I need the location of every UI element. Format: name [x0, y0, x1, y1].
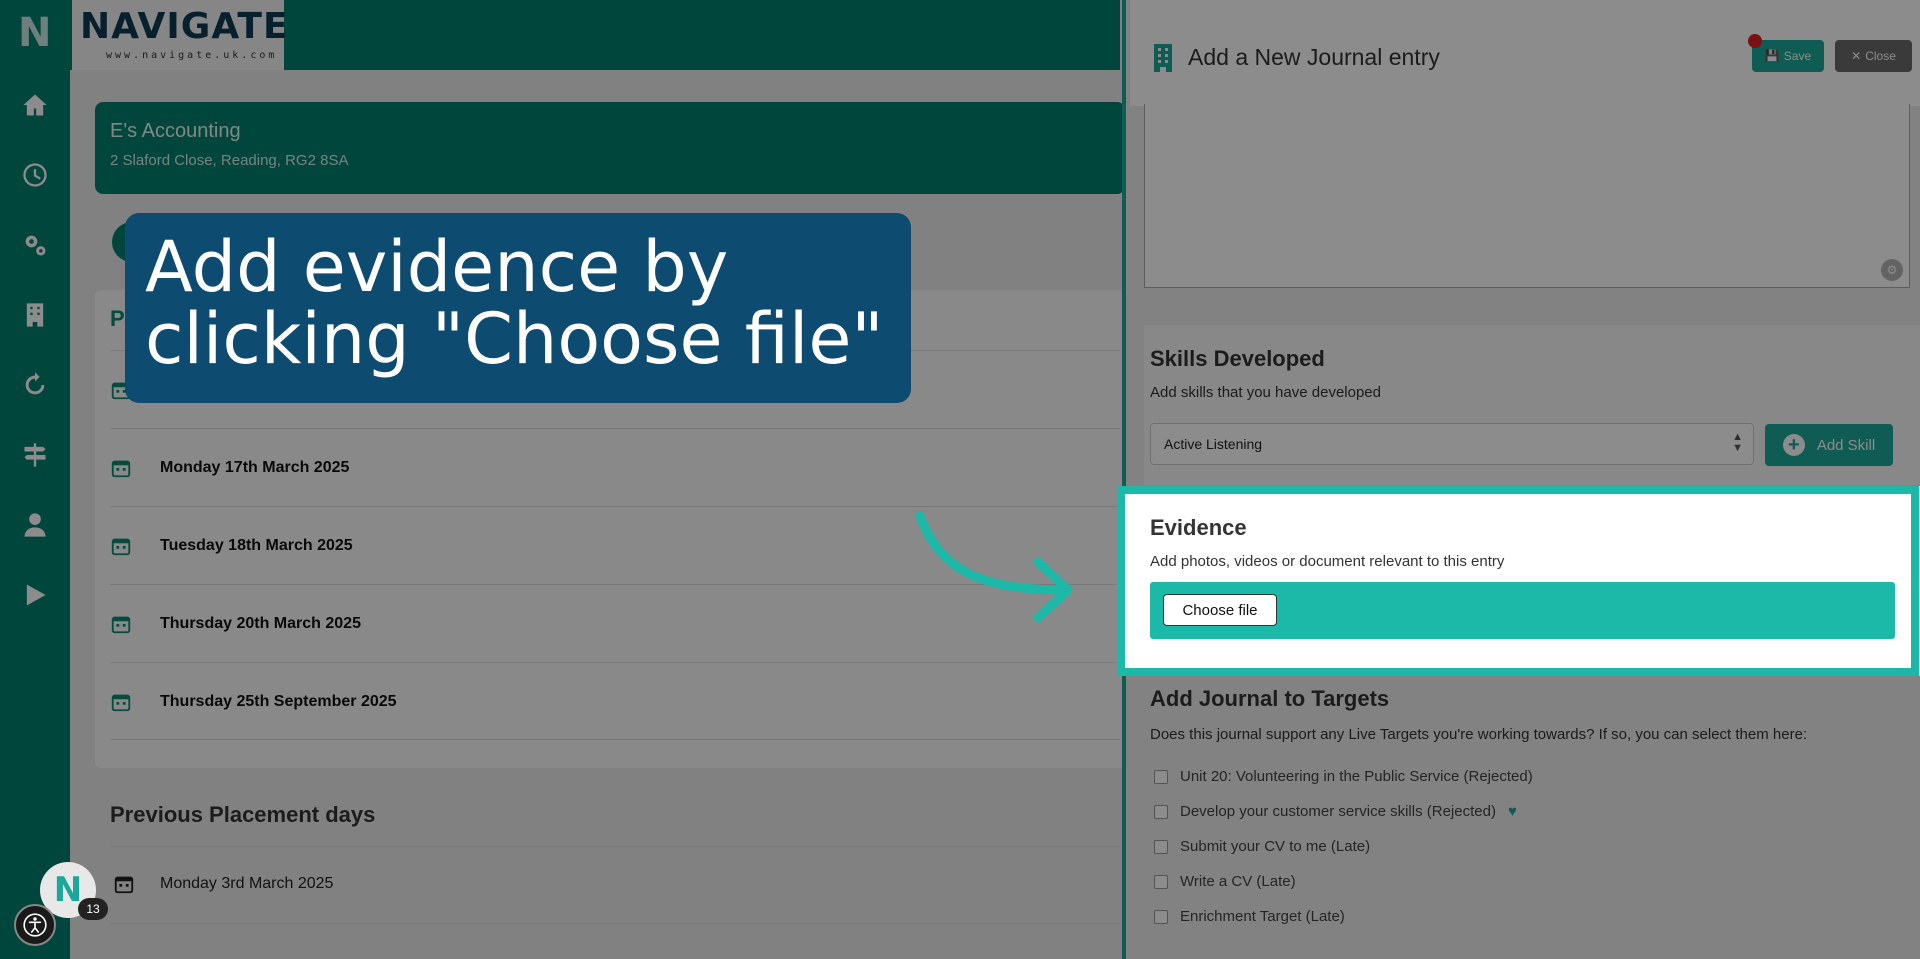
callout-line: clicking "Choose file" [145, 298, 884, 380]
notification-badge[interactable]: 13 [78, 898, 108, 920]
tutorial-callout: Add evidence by clicking "Choose file" [125, 213, 911, 403]
pointer-arrow-icon [915, 511, 1073, 623]
callout-line: Add evidence by [145, 226, 729, 308]
panel-dim-overlay [1122, 0, 1920, 486]
panel-dim-overlay [1122, 676, 1920, 959]
accessibility-icon[interactable] [14, 904, 56, 946]
file-input[interactable]: Choose file [1150, 582, 1895, 639]
modal-backdrop[interactable] [0, 0, 1122, 959]
callout-text: Add evidence by clicking "Choose file" [145, 231, 884, 375]
evidence-subtitle: Add photos, videos or document relevant … [1150, 553, 1505, 570]
evidence-title: Evidence [1150, 515, 1247, 540]
choose-file-button[interactable]: Choose file [1163, 594, 1277, 626]
